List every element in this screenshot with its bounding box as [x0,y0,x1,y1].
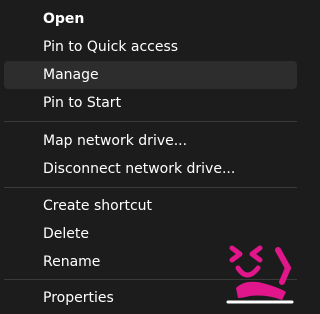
menu-item-pin-to-start[interactable]: Pin to Start [4,89,297,117]
menu-item-map-network-drive[interactable]: Map network drive... [4,127,297,155]
separator [4,121,297,122]
menu-item-manage[interactable]: Manage [4,61,297,89]
cartoon-face-logo-icon [226,245,294,304]
separator [4,187,297,188]
menu-item-create-shortcut[interactable]: Create shortcut [4,192,297,220]
menu-item-pin-to-quick-access[interactable]: Pin to Quick access [4,33,297,61]
context-menu: Open Pin to Quick access Manage Pin to S… [0,0,301,314]
menu-item-disconnect-network-drive[interactable]: Disconnect network drive... [4,155,297,183]
menu-item-open[interactable]: Open [4,5,297,33]
